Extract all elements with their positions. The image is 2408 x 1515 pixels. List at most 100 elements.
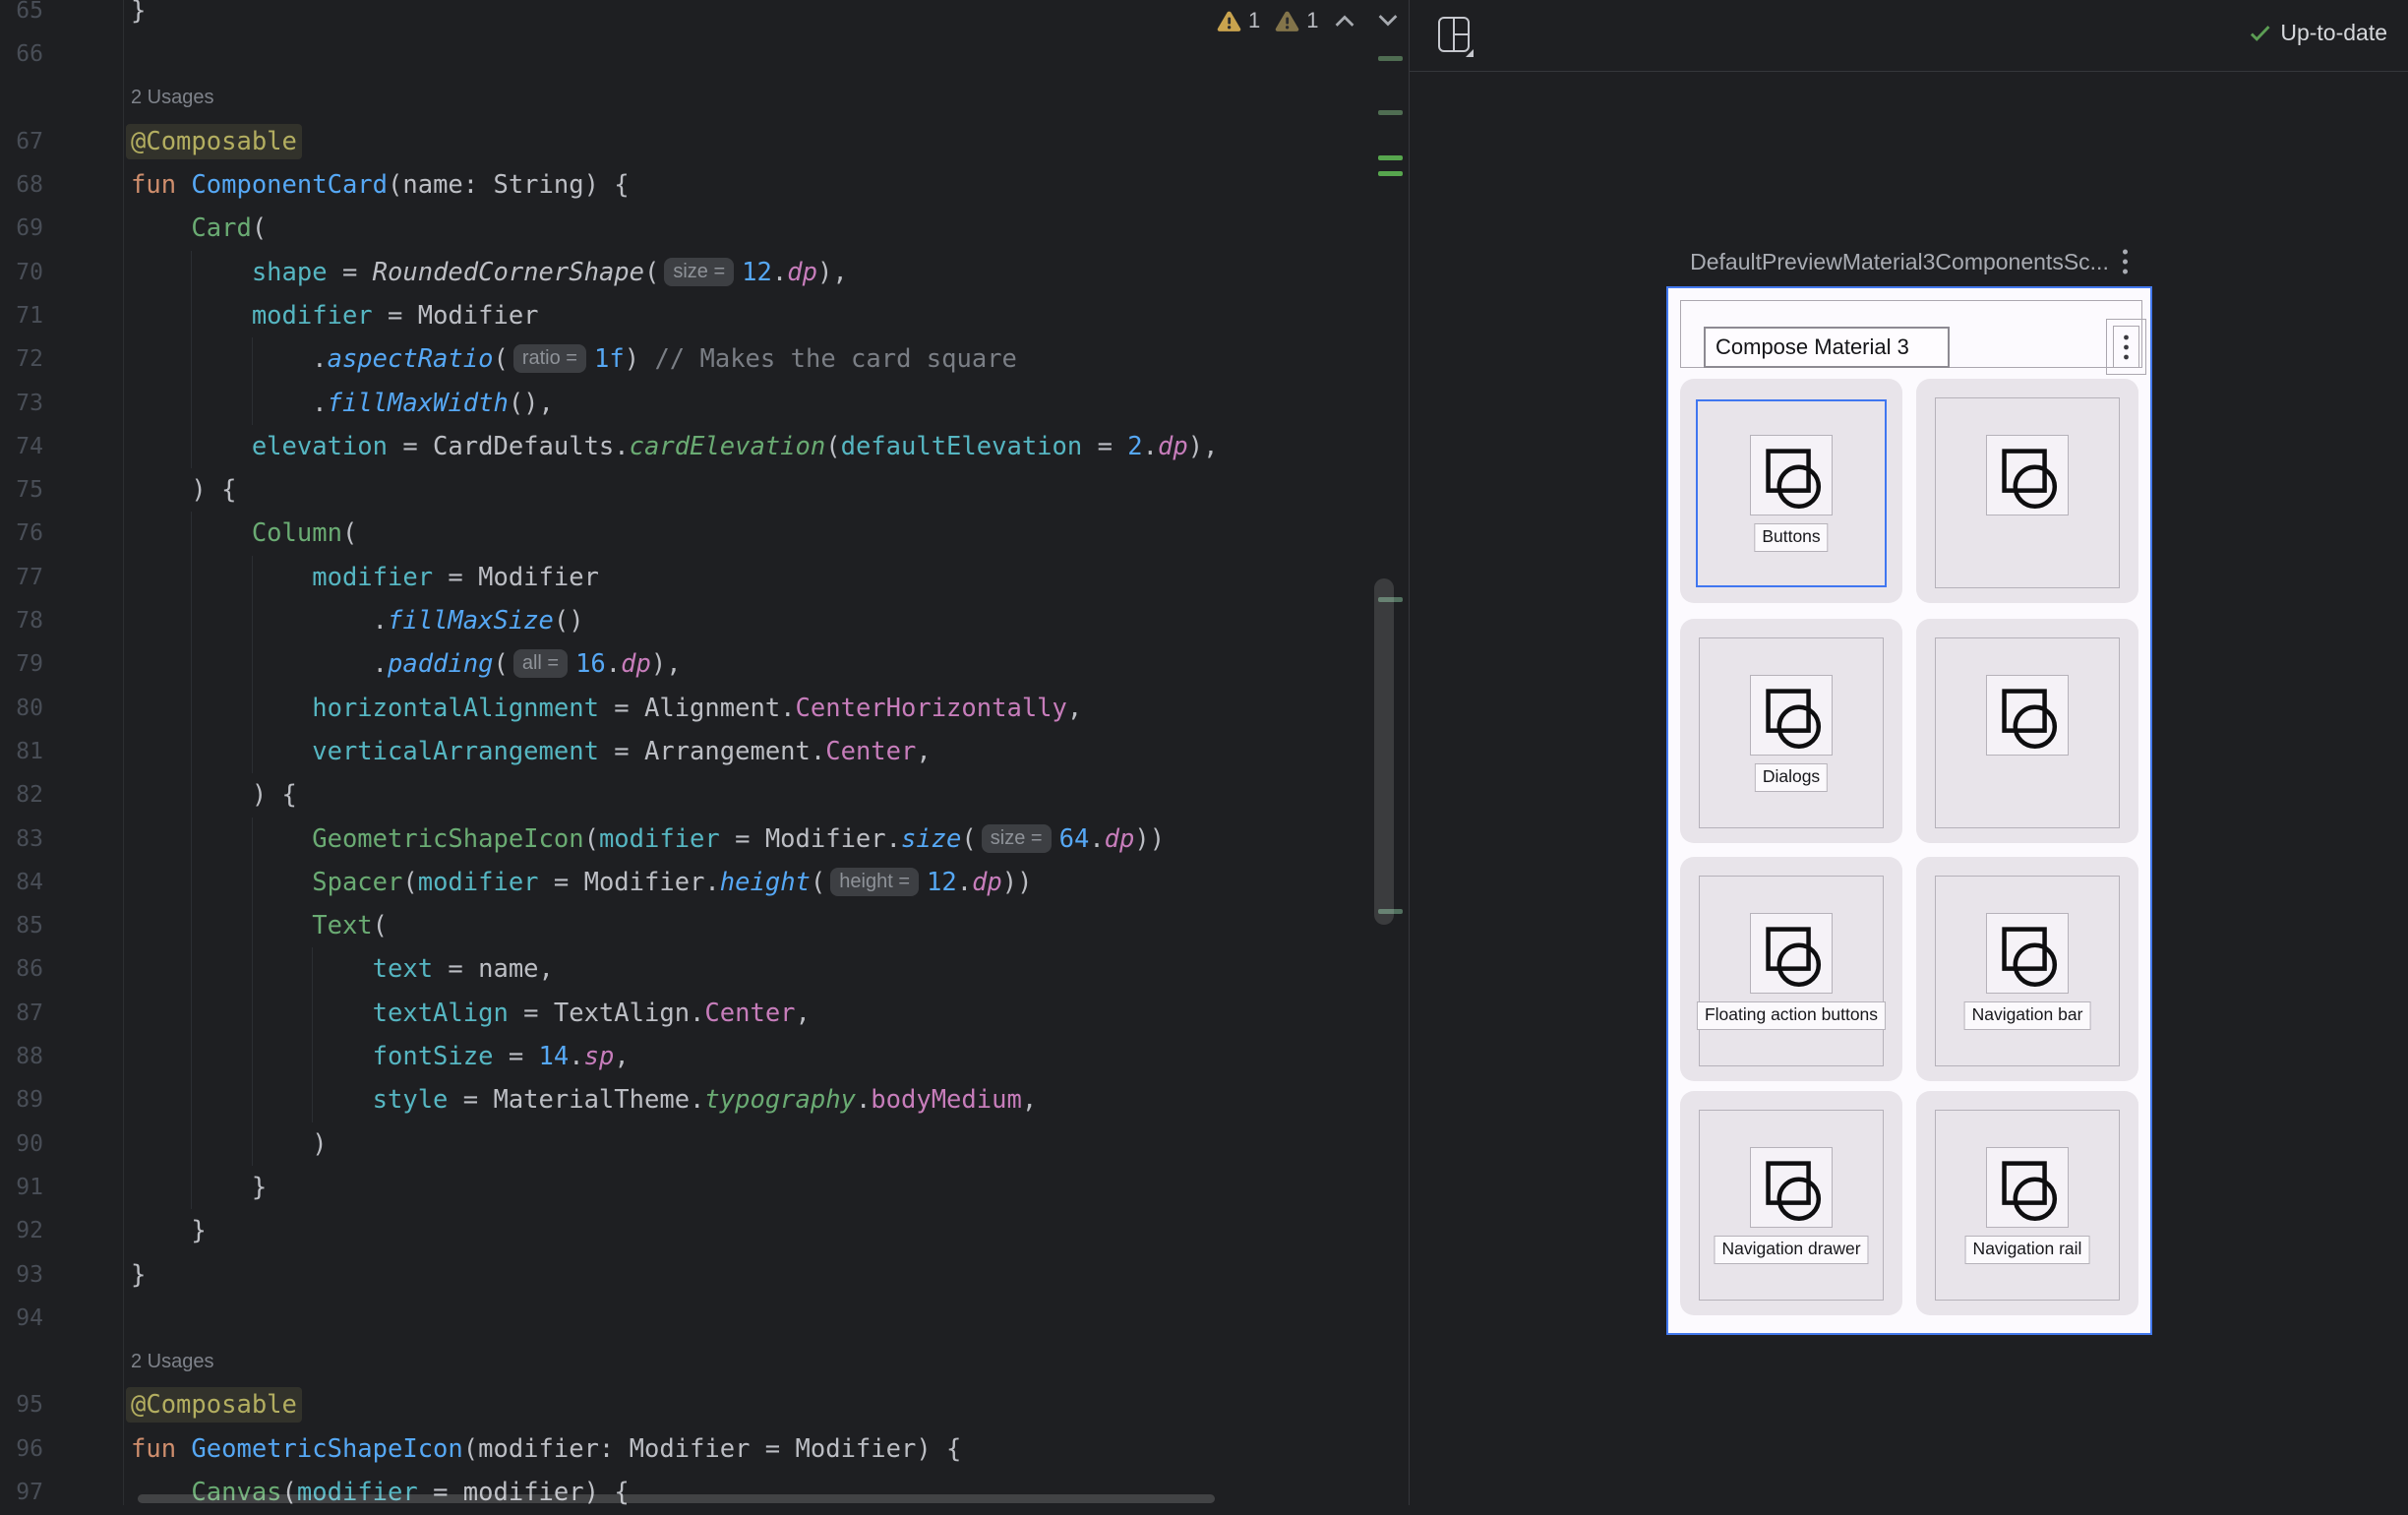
line-number[interactable]: 89 xyxy=(0,1078,43,1121)
line-number[interactable]: 68 xyxy=(0,163,43,207)
line-number[interactable]: 70 xyxy=(0,251,43,294)
warning-icon xyxy=(1216,10,1242,32)
code-line-92[interactable]: 92 } xyxy=(0,1209,1395,1253)
code-line-80[interactable]: 80 horizontalAlignment = Alignment.Cente… xyxy=(0,687,1395,731)
line-number[interactable]: 97 xyxy=(0,1471,43,1514)
line-number[interactable]: 67 xyxy=(0,120,43,163)
inlay-hint-chip: size = xyxy=(664,258,734,286)
code-line-68[interactable]: 68fun ComponentCard(name: String) { xyxy=(0,163,1395,208)
code-line-96[interactable]: 96fun GeometricShapeIcon(modifier: Modif… xyxy=(0,1427,1395,1472)
code-line-74[interactable]: 74 elevation = CardDefaults.cardElevatio… xyxy=(0,425,1395,469)
line-number[interactable]: 93 xyxy=(0,1253,43,1297)
code-line-65[interactable]: 65} xyxy=(0,0,1395,33)
code-line-83[interactable]: 83 GeometricShapeIcon(modifier = Modifie… xyxy=(0,818,1395,862)
line-number[interactable]: 84 xyxy=(0,861,43,904)
line-number[interactable]: 75 xyxy=(0,468,43,512)
usages-hint[interactable]: 2 Usages xyxy=(131,1340,214,1384)
line-number[interactable]: 76 xyxy=(0,512,43,555)
code-line-91[interactable]: 91 } xyxy=(0,1166,1395,1210)
code-line-82[interactable]: 82 ) { xyxy=(0,773,1395,818)
component-card-navigation-rail[interactable]: Navigation rail xyxy=(1916,1091,2138,1315)
code-line-66[interactable]: 66 xyxy=(0,32,1395,77)
code-line-67[interactable]: 67@Composable xyxy=(0,120,1395,164)
line-number[interactable]: 71 xyxy=(0,294,43,337)
component-card-floating-action-buttons[interactable]: Floating action buttons xyxy=(1680,857,1902,1081)
preview-title: DefaultPreviewMaterial3ComponentsSc... xyxy=(1690,249,2109,275)
component-card[interactable] xyxy=(1916,379,2138,603)
line-number[interactable]: 92 xyxy=(0,1209,43,1252)
line-number[interactable]: 95 xyxy=(0,1383,43,1426)
preview-title-kebab-icon[interactable] xyxy=(2122,248,2129,275)
code-line-93[interactable]: 93} xyxy=(0,1253,1395,1298)
line-number[interactable]: 82 xyxy=(0,773,43,817)
code-line-73[interactable]: 73 .fillMaxWidth(), xyxy=(0,382,1395,426)
code-line-78[interactable]: 78 .fillMaxSize() xyxy=(0,599,1395,643)
line-number[interactable]: 69 xyxy=(0,207,43,250)
line-number[interactable]: 80 xyxy=(0,687,43,730)
layout-editor-icon[interactable] xyxy=(1436,14,1475,59)
vcs-change-mark xyxy=(1378,171,1403,176)
code-line-90[interactable]: 90 ) xyxy=(0,1122,1395,1167)
code-line-81[interactable]: 81 verticalArrangement = Arrangement.Cen… xyxy=(0,730,1395,774)
preview-title-field[interactable]: Compose Material 3 xyxy=(1704,327,1950,368)
code-line-75[interactable]: 75 ) { xyxy=(0,468,1395,513)
component-card-buttons[interactable]: Buttons xyxy=(1680,379,1902,603)
component-card-navigation-drawer[interactable]: Navigation drawer xyxy=(1680,1091,1902,1315)
code-line-86[interactable]: 86 text = name, xyxy=(0,947,1395,992)
code-line-69[interactable]: 69 Card( xyxy=(0,207,1395,251)
line-number[interactable]: 86 xyxy=(0,947,43,991)
code-editor[interactable]: 65}662 Usages67@Composable68fun Componen… xyxy=(0,0,1409,1505)
line-number[interactable]: 65 xyxy=(0,0,43,32)
line-number[interactable]: 78 xyxy=(0,599,43,642)
code-text: Text( xyxy=(131,904,388,947)
line-number[interactable]: 81 xyxy=(0,730,43,773)
card-icon-box xyxy=(1986,1147,2069,1228)
editor-vertical-scrollbar[interactable] xyxy=(1374,578,1394,925)
code-line-71[interactable]: 71 modifier = Modifier xyxy=(0,294,1395,338)
code-line-77[interactable]: 77 modifier = Modifier xyxy=(0,556,1395,600)
line-number[interactable]: 73 xyxy=(0,382,43,425)
code-line-72[interactable]: 72 .aspectRatio(ratio =1f) // Makes the … xyxy=(0,337,1395,382)
prev-issue-chevron-icon[interactable] xyxy=(1333,14,1356,28)
line-number[interactable]: 90 xyxy=(0,1122,43,1166)
code-line-89[interactable]: 89 style = MaterialTheme.typography.body… xyxy=(0,1078,1395,1122)
card-icon-box xyxy=(1750,913,1833,994)
line-number[interactable]: 96 xyxy=(0,1427,43,1471)
code-text: ) xyxy=(131,1122,328,1166)
preview-menu-button[interactable] xyxy=(2106,319,2146,375)
compose-preview-canvas[interactable]: Compose Material 3 ButtonsDialogsFloatin… xyxy=(1666,286,2152,1335)
warning-count[interactable]: 1 xyxy=(1248,8,1260,33)
usages-hint[interactable]: 2 Usages xyxy=(131,76,214,120)
geometric-shape-icon xyxy=(1751,676,1832,755)
code-line-87[interactable]: 87 textAlign = TextAlign.Center, xyxy=(0,992,1395,1036)
next-issue-chevron-icon[interactable] xyxy=(1376,14,1400,28)
code-line-85[interactable]: 85 Text( xyxy=(0,904,1395,948)
component-card-navigation-bar[interactable]: Navigation bar xyxy=(1916,857,2138,1081)
inspections-widget[interactable]: 1 1 xyxy=(1216,6,1400,35)
component-card[interactable] xyxy=(1916,619,2138,843)
line-number[interactable]: 72 xyxy=(0,337,43,381)
line-number[interactable]: 85 xyxy=(0,904,43,947)
code-line-95[interactable]: 95@Composable xyxy=(0,1383,1395,1427)
line-number[interactable]: 77 xyxy=(0,556,43,599)
line-number[interactable]: 87 xyxy=(0,992,43,1035)
code-line-79[interactable]: 79 .padding(all =16.dp), xyxy=(0,642,1395,687)
line-number[interactable]: 66 xyxy=(0,32,43,76)
editor-horizontal-scrollbar[interactable] xyxy=(138,1494,1215,1503)
component-card-dialogs[interactable]: Dialogs xyxy=(1680,619,1902,843)
code-line-94[interactable]: 94 xyxy=(0,1297,1395,1341)
geometric-shape-icon xyxy=(1987,676,2068,755)
line-number[interactable]: 88 xyxy=(0,1035,43,1078)
weak-warning-count[interactable]: 1 xyxy=(1306,8,1318,33)
line-number[interactable]: 74 xyxy=(0,425,43,468)
line-number[interactable]: 94 xyxy=(0,1297,43,1340)
code-line-97[interactable]: 97 Canvas(modifier = modifier) { xyxy=(0,1471,1395,1515)
line-number[interactable]: 79 xyxy=(0,642,43,686)
code-line-70[interactable]: 70 shape = RoundedCornerShape(size =12.d… xyxy=(0,251,1395,295)
line-number[interactable]: 83 xyxy=(0,818,43,861)
code-line-88[interactable]: 88 fontSize = 14.sp, xyxy=(0,1035,1395,1079)
line-number[interactable]: 91 xyxy=(0,1166,43,1209)
code-line-84[interactable]: 84 Spacer(modifier = Modifier.height(hei… xyxy=(0,861,1395,905)
code-text: elevation = CardDefaults.cardElevation(d… xyxy=(131,425,1218,468)
code-line-76[interactable]: 76 Column( xyxy=(0,512,1395,556)
